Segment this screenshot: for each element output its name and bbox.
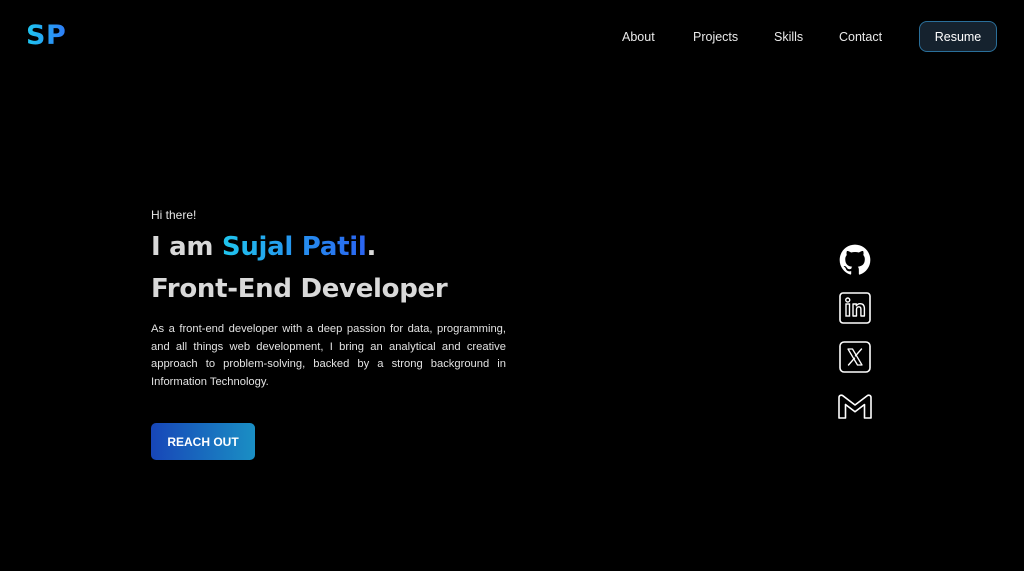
headline-prefix: I am <box>151 232 222 262</box>
hero-name: Sujal Patil <box>221 232 367 262</box>
page: SP About Projects Skills Contact Resume … <box>0 0 1024 571</box>
nav-contact[interactable]: Contact <box>839 30 882 44</box>
gmail-link[interactable] <box>836 389 874 423</box>
hero-headline: I am Sujal Patil. <box>151 229 376 265</box>
hero-role: Front-End Developer <box>151 274 448 304</box>
reach-out-button[interactable]: REACH OUT <box>151 423 255 460</box>
github-link[interactable] <box>836 243 874 277</box>
resume-button[interactable]: Resume <box>919 21 997 52</box>
github-icon <box>839 244 871 275</box>
main-nav: About Projects Skills Contact <box>0 30 1024 46</box>
nav-skills[interactable]: Skills <box>774 30 803 44</box>
hero-bio: As a front-end developer with a deep pas… <box>151 323 506 388</box>
nav-projects[interactable]: Projects <box>693 30 738 44</box>
linkedin-icon <box>839 292 871 324</box>
headline-suffix: . <box>366 232 377 262</box>
nav-about[interactable]: About <box>622 30 655 44</box>
gmail-icon <box>838 394 872 419</box>
linkedin-link[interactable] <box>836 291 874 325</box>
x-twitter-icon <box>839 341 871 373</box>
x-twitter-link[interactable] <box>836 340 874 374</box>
greeting-text: Hi there! <box>151 208 197 222</box>
